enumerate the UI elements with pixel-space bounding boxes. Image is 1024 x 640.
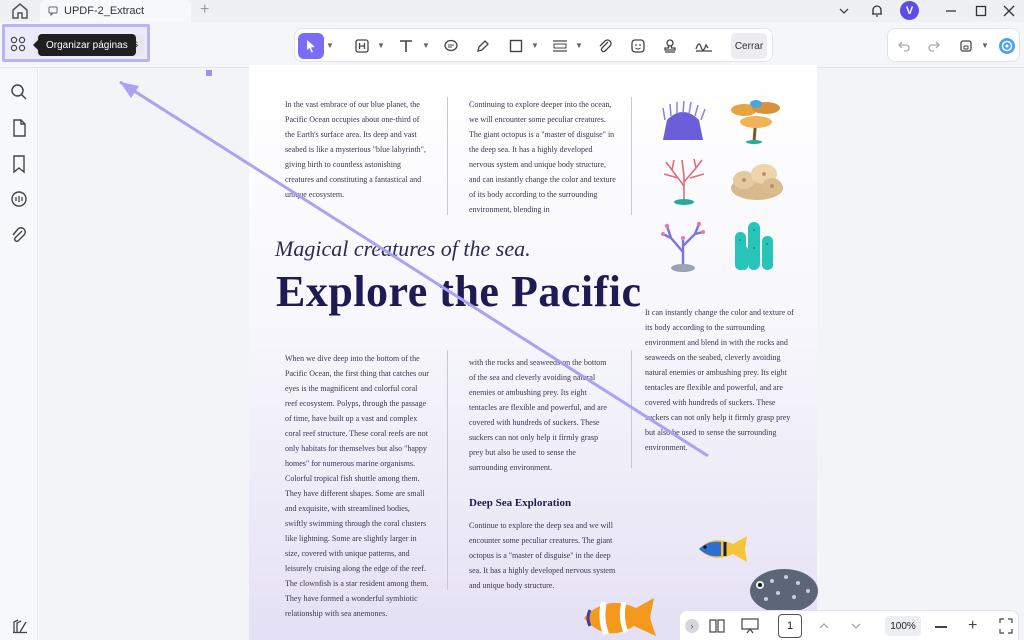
redo-button[interactable] <box>921 33 947 59</box>
coral-image <box>663 158 705 205</box>
chevron-down-icon[interactable]: ▼ <box>422 41 430 50</box>
sticker-icon <box>631 39 645 53</box>
close-edit-button[interactable]: Cerrar <box>731 33 767 59</box>
chevron-right-icon[interactable]: › <box>685 619 699 633</box>
save-button[interactable] <box>953 33 979 59</box>
zoom-in-icon[interactable]: + <box>968 617 977 635</box>
column-divider <box>631 97 632 215</box>
comment-list-icon[interactable] <box>9 190 29 210</box>
chevron-down-icon[interactable]: ▼ <box>377 41 385 50</box>
section-heading: Deep Sea Exploration <box>469 497 572 509</box>
fit-page-icon[interactable] <box>998 617 1014 640</box>
coral-image <box>661 221 705 272</box>
organize-pages-tooltip: Organizar páginas <box>33 34 136 56</box>
shape-tool[interactable] <box>503 33 529 59</box>
column-divider <box>447 350 448 590</box>
two-page-view-icon[interactable] <box>708 617 726 640</box>
signature-icon <box>695 43 712 52</box>
select-tool[interactable] <box>298 33 324 59</box>
chevron-down-icon[interactable] <box>850 619 862 637</box>
bookmark-icon[interactable] <box>9 154 29 174</box>
paragraph-tentacles: with the rocks and seaweeds on the botto… <box>469 358 607 472</box>
redo-icon <box>928 41 940 52</box>
chevron-down-icon[interactable] <box>829 0 859 22</box>
paragraph-camouflage: It can instantly change the color and te… <box>645 308 794 452</box>
page-icon[interactable] <box>9 118 29 138</box>
title-bar: UPDF-2_Extract + V <box>0 0 1024 22</box>
text-icon <box>400 40 412 52</box>
page-subtitle: Magical creatures of the sea. <box>275 236 531 261</box>
signature-tool[interactable] <box>691 33 717 59</box>
search-icon[interactable] <box>9 82 29 102</box>
save-icon <box>960 40 972 52</box>
minimize-icon[interactable] <box>936 0 966 22</box>
avatar[interactable]: V <box>900 1 919 20</box>
zoom-out-icon[interactable] <box>935 626 947 628</box>
presentation-icon[interactable] <box>740 617 760 640</box>
text-tool[interactable] <box>393 33 419 59</box>
history-tools-group: ▼ <box>887 28 1020 62</box>
attachment-icon[interactable] <box>9 226 29 246</box>
attach-tool[interactable] <box>592 33 618 59</box>
pen-tool[interactable] <box>470 33 496 59</box>
coral-image <box>662 100 706 140</box>
page-headline: Explore the Pacific <box>276 267 642 316</box>
clownfish-image <box>584 598 656 636</box>
comment-tool[interactable] <box>438 33 464 59</box>
ai-assistant-icon <box>999 38 1015 54</box>
comment-icon <box>48 6 58 16</box>
cursor-icon <box>307 40 315 53</box>
pufferfish-image <box>750 569 818 613</box>
new-tab-button[interactable]: + <box>200 0 209 20</box>
chevron-down-icon[interactable]: ▼ <box>531 41 539 50</box>
square-icon <box>509 39 523 53</box>
drag-marker <box>206 70 212 76</box>
highlighter-icon <box>355 39 369 53</box>
tab-title: UPDF-2_Extract <box>64 5 145 17</box>
layers-icon[interactable] <box>12 618 28 634</box>
chevron-down-icon[interactable]: ▼ <box>326 41 334 50</box>
paperclip-icon <box>599 39 612 53</box>
page-navigation-bar: › + <box>679 610 1019 640</box>
zoom-level[interactable]: 100% <box>885 616 921 636</box>
close-window-icon[interactable] <box>994 0 1024 22</box>
measure-tool[interactable] <box>547 33 573 59</box>
pen-icon <box>477 40 489 52</box>
chevron-down-icon[interactable]: ▼ <box>981 41 989 50</box>
page-number-input[interactable]: 1 <box>778 614 802 638</box>
undo-icon <box>898 41 910 52</box>
coral-image <box>731 100 780 144</box>
bell-icon[interactable] <box>862 0 892 22</box>
paragraph-octopus: Continuing to explore deeper into the oc… <box>469 100 616 214</box>
paragraph-deep-sea: Continue to explore the deep sea and we … <box>469 521 616 590</box>
edit-tools-group: ▼ ▼ ▼ ▼ ▼ Cerrar <box>294 28 773 62</box>
stamp-icon <box>664 39 676 53</box>
coral-image <box>731 164 783 200</box>
chevron-up-icon[interactable] <box>818 619 830 637</box>
paragraph-coral-reef: When we dive deep into the bottom of the… <box>285 354 429 618</box>
chevron-down-icon[interactable]: ▼ <box>575 41 583 50</box>
fish-image <box>699 536 747 562</box>
highlight-tool[interactable] <box>349 33 375 59</box>
document-tab[interactable]: UPDF-2_Extract <box>40 0 191 22</box>
organize-pages-button[interactable] <box>6 32 30 56</box>
ai-assistant-button[interactable] <box>994 33 1020 59</box>
column-divider <box>631 350 632 468</box>
grid-icon <box>10 36 26 52</box>
maximize-icon[interactable] <box>966 0 996 22</box>
column-divider <box>447 97 448 215</box>
paragraph-intro: In the vast embrace of our blue planet, … <box>285 100 426 199</box>
undo-button[interactable] <box>891 33 917 59</box>
sticker-tool[interactable] <box>625 33 651 59</box>
home-icon[interactable] <box>10 1 30 21</box>
coral-image <box>735 222 773 270</box>
left-sidebar <box>0 68 38 640</box>
stamp-tool[interactable] <box>657 33 683 59</box>
speech-bubble-icon <box>444 39 458 52</box>
ruler-icon <box>553 40 567 52</box>
